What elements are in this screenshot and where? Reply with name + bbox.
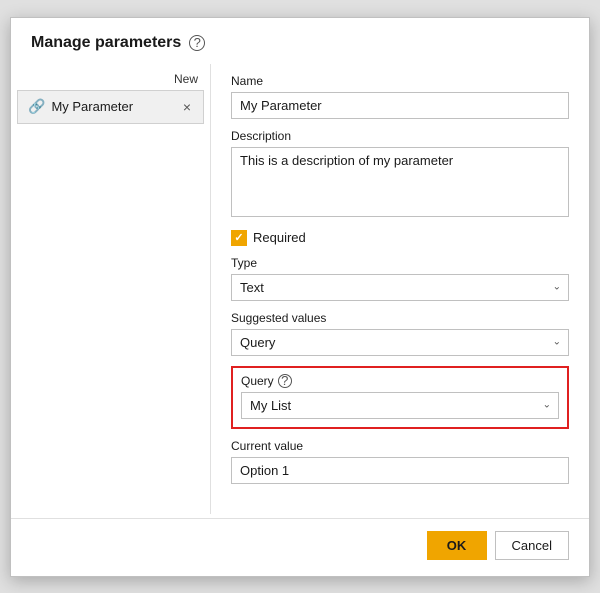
dialog-footer: OK Cancel (11, 518, 589, 576)
close-parameter-button[interactable]: × (181, 97, 193, 117)
type-select[interactable]: Text Number Date Boolean Binary (231, 274, 569, 301)
sidebar-item-left: 🔗 My Parameter (28, 98, 133, 115)
name-field-group: Name (231, 74, 569, 119)
description-textarea[interactable] (231, 147, 569, 217)
query-select-wrapper: My List Table1 Table2 ⌄ (241, 392, 559, 419)
type-label: Type (231, 256, 569, 270)
type-select-wrapper: Text Number Date Boolean Binary ⌄ (231, 274, 569, 301)
dialog-header: Manage parameters ? (11, 18, 589, 64)
description-field-group: Description (231, 129, 569, 220)
dialog-title: Manage parameters (31, 34, 181, 52)
query-label-row: Query ? (241, 374, 559, 388)
parameter-name: My Parameter (51, 99, 133, 114)
ok-button[interactable]: OK (427, 531, 487, 560)
dialog-body: New 🔗 My Parameter × Name Description (11, 64, 589, 514)
cancel-button[interactable]: Cancel (495, 531, 569, 560)
query-label: Query (241, 374, 274, 388)
manage-parameters-dialog: Manage parameters ? New 🔗 My Parameter ×… (10, 17, 590, 577)
required-row: ✓ Required (231, 230, 569, 246)
parameter-icon: 🔗 (28, 98, 45, 115)
name-input[interactable] (231, 92, 569, 119)
checkmark-icon: ✓ (234, 231, 243, 244)
dialog-help-icon[interactable]: ? (189, 35, 205, 51)
name-label: Name (231, 74, 569, 88)
suggested-values-field-group: Suggested values Query Any value List of… (231, 311, 569, 356)
current-value-field-group: Current value (231, 439, 569, 484)
sidebar-parameter-item[interactable]: 🔗 My Parameter × (17, 90, 204, 124)
current-value-input[interactable] (231, 457, 569, 484)
required-label: Required (253, 230, 306, 245)
suggested-values-select[interactable]: Query Any value List of values (231, 329, 569, 356)
new-label: New (11, 72, 210, 90)
suggested-values-select-wrapper: Query Any value List of values ⌄ (231, 329, 569, 356)
query-info-icon[interactable]: ? (278, 374, 292, 388)
current-value-label: Current value (231, 439, 569, 453)
sidebar: New 🔗 My Parameter × (11, 64, 211, 514)
main-content: Name Description ✓ Required Type Text Nu… (211, 64, 589, 514)
query-section: Query ? My List Table1 Table2 ⌄ (231, 366, 569, 429)
description-label: Description (231, 129, 569, 143)
type-field-group: Type Text Number Date Boolean Binary ⌄ (231, 256, 569, 301)
query-select[interactable]: My List Table1 Table2 (241, 392, 559, 419)
required-checkbox[interactable]: ✓ (231, 230, 247, 246)
suggested-values-label: Suggested values (231, 311, 569, 325)
